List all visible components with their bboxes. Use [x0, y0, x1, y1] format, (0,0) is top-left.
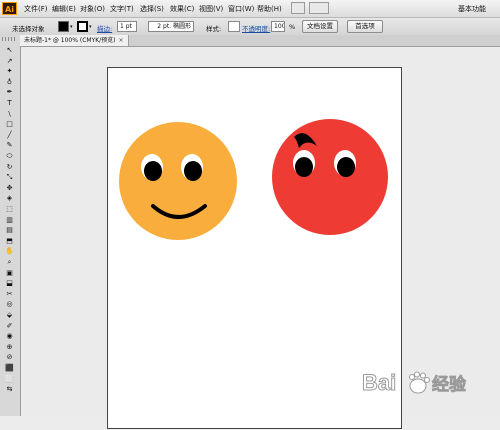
blob-brush-tool-icon[interactable]: ⬭	[4, 151, 15, 161]
app-logo: Ai	[2, 2, 17, 15]
preferences-button[interactable]: 首选项	[347, 20, 383, 33]
menu-file[interactable]: 文件(F)	[24, 4, 48, 14]
fill-dropdown-icon[interactable]: ▾	[70, 24, 73, 30]
selection-status: 未选择对象	[12, 25, 45, 33]
brush-profile-select[interactable]: 2 pt. 椭圆形	[148, 21, 194, 32]
stroke-dropdown-icon[interactable]: ▾	[89, 24, 92, 30]
artboard-tool-icon[interactable]: ◎	[4, 299, 15, 309]
document-tab-title: 未标题-1* @ 100% (CMYK/预览)	[24, 37, 116, 44]
magic-wand-tool-icon[interactable]: ✦	[4, 66, 15, 76]
red-left-pupil	[295, 157, 313, 177]
line-segment-tool-icon[interactable]: \	[4, 109, 15, 119]
eraser-tool-icon[interactable]: ✐	[4, 321, 15, 331]
live-paint-tool-icon[interactable]: ▣	[4, 268, 15, 278]
live-paint-selection-tool-icon[interactable]: ⬓	[4, 278, 15, 288]
arrange-documents-button[interactable]	[309, 2, 329, 14]
right-pupil	[184, 161, 202, 181]
baidu-watermark: Bai 经验	[360, 368, 495, 398]
scale-tool-icon[interactable]: ⤡	[4, 172, 15, 182]
type-tool-icon[interactable]: T	[4, 98, 15, 108]
artwork	[119, 119, 388, 240]
orange-face-circle[interactable]	[119, 122, 237, 240]
mesh-tool-icon[interactable]: ▤	[4, 225, 15, 235]
stroke-weight-field[interactable]: 1 pt	[117, 21, 137, 32]
menu-select[interactable]: 选择(S)	[140, 4, 164, 14]
menu-window[interactable]: 窗口(W)	[228, 4, 254, 14]
slice-tool-icon[interactable]: ⬙	[4, 310, 15, 320]
fill-stroke-tool-icon[interactable]: ⊘	[4, 352, 15, 362]
hand-tool-icon[interactable]: ◉	[4, 331, 15, 341]
menu-bar: Ai 文件(F) 编辑(E) 对象(O) 文字(T) 选择(S) 效果(C) 视…	[0, 0, 500, 18]
red-face-circle[interactable]	[272, 119, 388, 235]
pen-tool-icon[interactable]: ✒	[4, 87, 15, 97]
menu-edit[interactable]: 编辑(E)	[52, 4, 76, 14]
gradient-tool-icon[interactable]: ⬒	[4, 236, 15, 246]
menu-type[interactable]: 文字(T)	[110, 4, 134, 14]
eyedropper-tool-icon[interactable]: ✋	[4, 246, 15, 256]
artboard[interactable]	[107, 67, 402, 429]
rectangle-tool-icon[interactable]: □	[4, 119, 15, 129]
warp-tool-icon[interactable]: ✥	[4, 183, 15, 193]
menu-object[interactable]: 对象(O)	[80, 4, 105, 14]
opacity-unit: %	[289, 23, 296, 31]
paintbrush-tool-icon[interactable]: ╱	[4, 130, 15, 140]
opacity-label[interactable]: 不透明度:	[242, 23, 270, 33]
blend-tool-icon[interactable]: ⌕	[4, 257, 15, 267]
watermark-suffix: 经验	[432, 374, 467, 395]
stroke-swatch[interactable]	[77, 21, 88, 32]
bridge-button[interactable]	[291, 2, 305, 14]
opacity-field[interactable]: 100	[271, 21, 285, 32]
left-pupil	[144, 161, 162, 181]
scissors-tool-icon[interactable]: ✂	[4, 289, 15, 299]
document-tab[interactable]: 未标题-1* @ 100% (CMYK/预览) ×	[20, 35, 129, 46]
document-tab-bar: 未标题-1* @ 100% (CMYK/预览) ×	[20, 35, 500, 47]
menu-help[interactable]: 帮助(H)	[257, 4, 282, 14]
close-tab-icon[interactable]: ×	[119, 37, 124, 44]
stroke-color-tool-icon[interactable]: ⬜	[4, 374, 15, 384]
toolbox-grip[interactable]	[2, 37, 17, 41]
lasso-tool-icon[interactable]: ♁	[4, 77, 15, 87]
smiling-face[interactable]	[119, 122, 237, 240]
fill-swatch[interactable]	[58, 21, 69, 32]
angry-face[interactable]	[272, 119, 388, 235]
selection-tool-icon[interactable]: ↖	[4, 45, 15, 55]
control-bar: 未选择对象 ▾ ▾ 描边: 1 pt 2 pt. 椭圆形 样式: 不透明度: 1…	[0, 18, 500, 36]
workspace-switcher[interactable]: 基本功能	[458, 4, 486, 14]
red-right-pupil	[337, 157, 355, 177]
free-transform-tool-icon[interactable]: ◈	[4, 193, 15, 203]
zoom-tool-icon[interactable]: ⊕	[4, 342, 15, 352]
baidu-logo-icon: Bai 经验	[362, 370, 468, 396]
symbol-sprayer-tool-icon[interactable]: ⬚	[4, 204, 15, 214]
direct-selection-tool-icon[interactable]: ↗	[4, 56, 15, 66]
menu-effect[interactable]: 效果(C)	[170, 4, 194, 14]
style-select[interactable]	[228, 21, 240, 32]
column-graph-tool-icon[interactable]: ▥	[4, 215, 15, 225]
stroke-label[interactable]: 描边:	[97, 23, 112, 33]
swap-fill-stroke-tool-icon[interactable]: ⇆	[4, 384, 15, 394]
document-setup-button[interactable]: 文档设置	[302, 20, 338, 33]
style-label: 样式:	[206, 25, 222, 33]
menu-view[interactable]: 视图(V)	[199, 4, 223, 14]
canvas-area[interactable]	[21, 47, 500, 429]
pencil-tool-icon[interactable]: ✎	[4, 140, 15, 150]
watermark-brand: Bai	[362, 370, 396, 395]
fill-color-tool-icon[interactable]: ⬛	[4, 363, 15, 373]
rotate-tool-icon[interactable]: ↻	[4, 162, 15, 172]
tools-panel: ↖ ↗ ✦ ♁ ✒ T \ □ ╱ ✎ ⬭ ↻ ⤡ ✥ ◈ ⬚ ▥ ▤ ⬒ ✋ ⌕ ▣ ⬓ ✂ ◎ ⬙ ✐ ◉ ⊕ ⊘ ⬛ ⬜ ⇆	[0, 35, 21, 416]
